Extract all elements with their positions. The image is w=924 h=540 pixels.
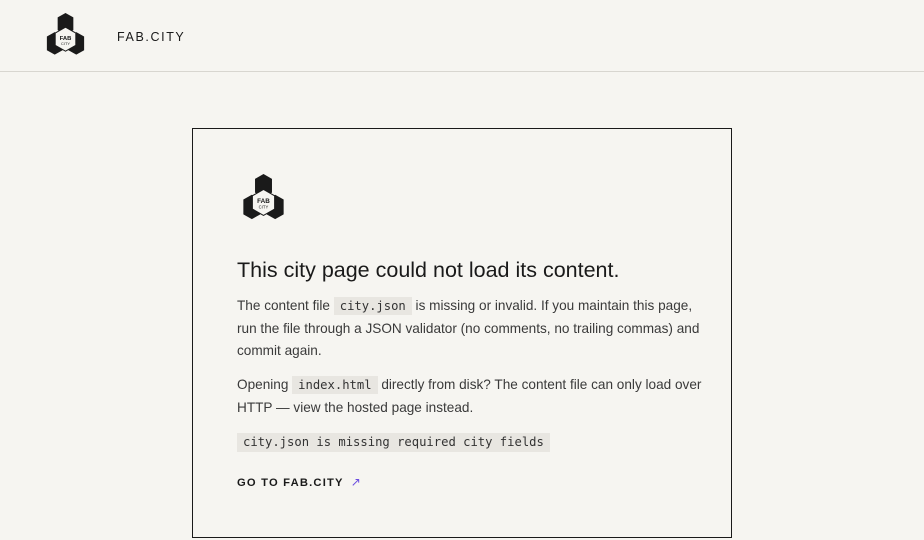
error-card: FAB CITY This city page could not load i… — [192, 128, 732, 538]
logo-text-city: CITY — [61, 41, 70, 46]
content-file-message: The content file city.json is missing or… — [237, 295, 707, 363]
fab-city-logo-icon: FAB CITY — [243, 174, 284, 220]
external-link-arrow-icon: ↗ — [350, 475, 362, 489]
error-title: This city page could not load its conten… — [237, 258, 620, 282]
site-header: FAB CITY FAB.CITY — [0, 0, 924, 72]
logo-text-city: CITY — [259, 205, 269, 210]
inline-code-filename: city.json — [333, 297, 412, 315]
inline-code-filename: index.html — [292, 376, 378, 394]
link-label: GO TO FAB.CITY — [237, 477, 344, 489]
fab-city-logo-icon[interactable]: FAB CITY — [41, 12, 90, 61]
message-text: Opening — [237, 377, 293, 392]
brand-name[interactable]: FAB.CITY — [117, 29, 185, 45]
local-file-message: Opening index.html directly from disk? T… — [237, 374, 707, 419]
message-text: The content file — [237, 298, 334, 313]
error-detail-code: city.json is missing required city field… — [237, 433, 550, 452]
go-to-fab-city-link[interactable]: GO TO FAB.CITY ↗ — [237, 475, 362, 490]
